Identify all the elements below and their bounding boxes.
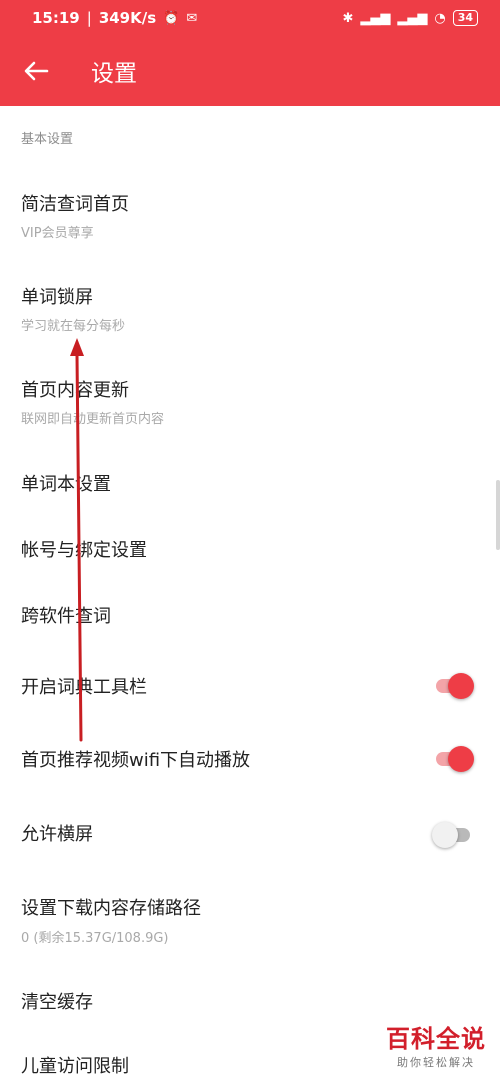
setting-row-simple-home[interactable]: 简洁查词首页 VIP会员尊享 — [0, 170, 500, 258]
setting-title: 首页推荐视频wifi下自动播放 — [21, 750, 251, 771]
setting-title: 单词本设置 — [21, 474, 111, 495]
setting-row-allow-landscape[interactable]: 允许横屏 — [0, 802, 500, 866]
status-speed: 349K/s — [98, 9, 157, 27]
back-arrow-icon — [24, 61, 49, 81]
app-bar: 设置 — [0, 36, 500, 106]
setting-title: 清空缓存 — [21, 992, 93, 1013]
setting-title: 单词锁屏 — [21, 287, 93, 308]
setting-row-account-binding[interactable]: 帐号与绑定设置 — [0, 522, 500, 582]
watermark-title: 百科全说 — [386, 1025, 486, 1053]
setting-title: 允许横屏 — [21, 824, 93, 845]
setting-title: 帐号与绑定设置 — [21, 540, 147, 561]
setting-row-home-content-update[interactable]: 首页内容更新 联网即自动更新首页内容 — [0, 356, 500, 444]
setting-title: 设置下载内容存储路径 — [21, 898, 201, 919]
signal-icon-2: ▂▄▆ — [397, 10, 428, 26]
setting-row-dictionary-toolbar[interactable]: 开启词典工具栏 — [0, 655, 500, 719]
alarm-icon: ⏰ — [163, 10, 180, 26]
dictionary-toolbar-toggle[interactable] — [434, 670, 474, 700]
toggle-thumb — [448, 746, 474, 772]
setting-row-word-lockscreen[interactable]: 单词锁屏 学习就在每分每秒 — [0, 263, 500, 351]
section-header: 基本设置 — [21, 132, 74, 147]
setting-subtitle: 联网即自动更新首页内容 — [21, 412, 165, 427]
setting-row-cross-app-lookup[interactable]: 跨软件查词 — [0, 588, 500, 648]
watermark-subtitle: 助你轻松解决 — [397, 1056, 475, 1069]
setting-row-wordbook[interactable]: 单词本设置 — [0, 456, 500, 516]
page-title: 设置 — [91, 61, 137, 87]
setting-title: 简洁查词首页 — [21, 194, 129, 215]
setting-row-video-autoplay[interactable]: 首页推荐视频wifi下自动播放 — [0, 728, 500, 792]
wifi-icon: ◔ — [434, 10, 446, 26]
status-bar: 15:19 | 349K/s ⏰ ✉ ✱ ▂▄▆ ▂▄▆ ◔ 34 — [0, 0, 500, 36]
signal-icon: ▂▄▆ — [360, 10, 391, 26]
bluetooth-icon: ✱ — [342, 10, 354, 26]
battery-icon: 34 — [452, 10, 478, 26]
setting-title: 儿童访问限制 — [21, 1056, 129, 1077]
status-time: 15:19 — [32, 9, 80, 27]
scrollbar[interactable] — [496, 480, 500, 550]
toggle-thumb — [432, 822, 458, 848]
setting-subtitle: VIP会员尊享 — [21, 226, 94, 241]
back-button[interactable] — [18, 53, 54, 89]
setting-title: 首页内容更新 — [21, 380, 129, 401]
video-autoplay-toggle[interactable] — [434, 743, 474, 773]
setting-title: 跨软件查词 — [21, 606, 111, 627]
setting-subtitle: 0 (剩余15.37G/108.9G) — [21, 931, 169, 946]
setting-row-download-path[interactable]: 设置下载内容存储路径 0 (剩余15.37G/108.9G) — [0, 876, 500, 964]
allow-landscape-toggle[interactable] — [432, 819, 474, 849]
notification-icon: ✉ — [186, 10, 198, 26]
toggle-thumb — [448, 673, 474, 699]
setting-subtitle: 学习就在每分每秒 — [21, 319, 126, 334]
setting-title: 开启词典工具栏 — [21, 677, 147, 698]
watermark-logo: 百科全说 助你轻松解决 — [386, 1019, 486, 1070]
